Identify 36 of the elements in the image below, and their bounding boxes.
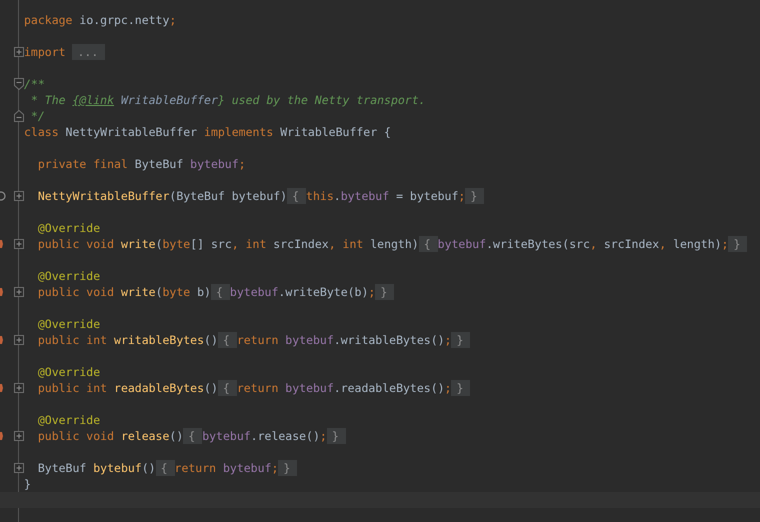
fold-expand-icon[interactable] <box>14 335 24 345</box>
fold-collapse-icon[interactable] <box>14 110 24 122</box>
code-line: @Override <box>36 412 100 428</box>
code-line: class NettyWritableBuffer implements WritableBuffer { <box>24 124 391 140</box>
implements-marker-icon[interactable] <box>0 191 6 201</box>
code-line: * The {@link WritableBuffer} used by the Netty transport. <box>30 92 426 108</box>
code-line: NettyWritableBuffer(ByteBuf bytebuf) { this.bytebuf = bytebuf; } <box>24 188 484 204</box>
code-line: public void release() { bytebuf.release(); } <box>24 428 346 444</box>
override-marker-icon[interactable] <box>0 240 3 248</box>
code-line: @Override <box>36 268 100 284</box>
code-line: ByteBuf bytebuf() { return bytebuf; } <box>24 460 298 476</box>
override-marker-icon[interactable] <box>0 384 3 392</box>
fold-expand-icon[interactable] <box>14 239 24 249</box>
fold-expand-icon[interactable] <box>14 463 24 473</box>
fold-collapse-icon[interactable] <box>14 78 24 90</box>
fold-expand-icon[interactable] <box>14 287 24 297</box>
code-line: public int writableBytes() { return bytebuf.writableBytes(); } <box>24 332 470 348</box>
fold-expand-icon[interactable] <box>14 431 24 441</box>
code-line: public void write(byte[] src, int srcIndex, int length) { bytebuf.writeBytes(src, srcIndex, length); } <box>24 236 748 252</box>
code-line: } <box>24 476 31 492</box>
code-line: import ... <box>24 44 106 60</box>
code-line: private final ByteBuf bytebuf; <box>36 156 246 172</box>
override-marker-icon[interactable] <box>0 336 3 344</box>
code-line: @Override <box>36 220 100 236</box>
code-line: @Override <box>36 316 100 332</box>
code-line: public int readableBytes() { return bytebuf.readableBytes(); } <box>24 380 470 396</box>
code-line: public void write(byte b) { bytebuf.writeByte(b); } <box>24 284 394 300</box>
override-marker-icon[interactable] <box>0 288 3 296</box>
code-line: /** <box>24 76 45 92</box>
fold-expand-icon[interactable] <box>14 47 24 57</box>
code-line: @Override <box>36 364 100 380</box>
fold-expand-icon[interactable] <box>14 191 24 201</box>
code-line: */ <box>30 108 45 124</box>
fold-expand-icon[interactable] <box>14 383 24 393</box>
override-marker-icon[interactable] <box>0 432 3 440</box>
code-line: package io.grpc.netty; <box>24 12 176 28</box>
